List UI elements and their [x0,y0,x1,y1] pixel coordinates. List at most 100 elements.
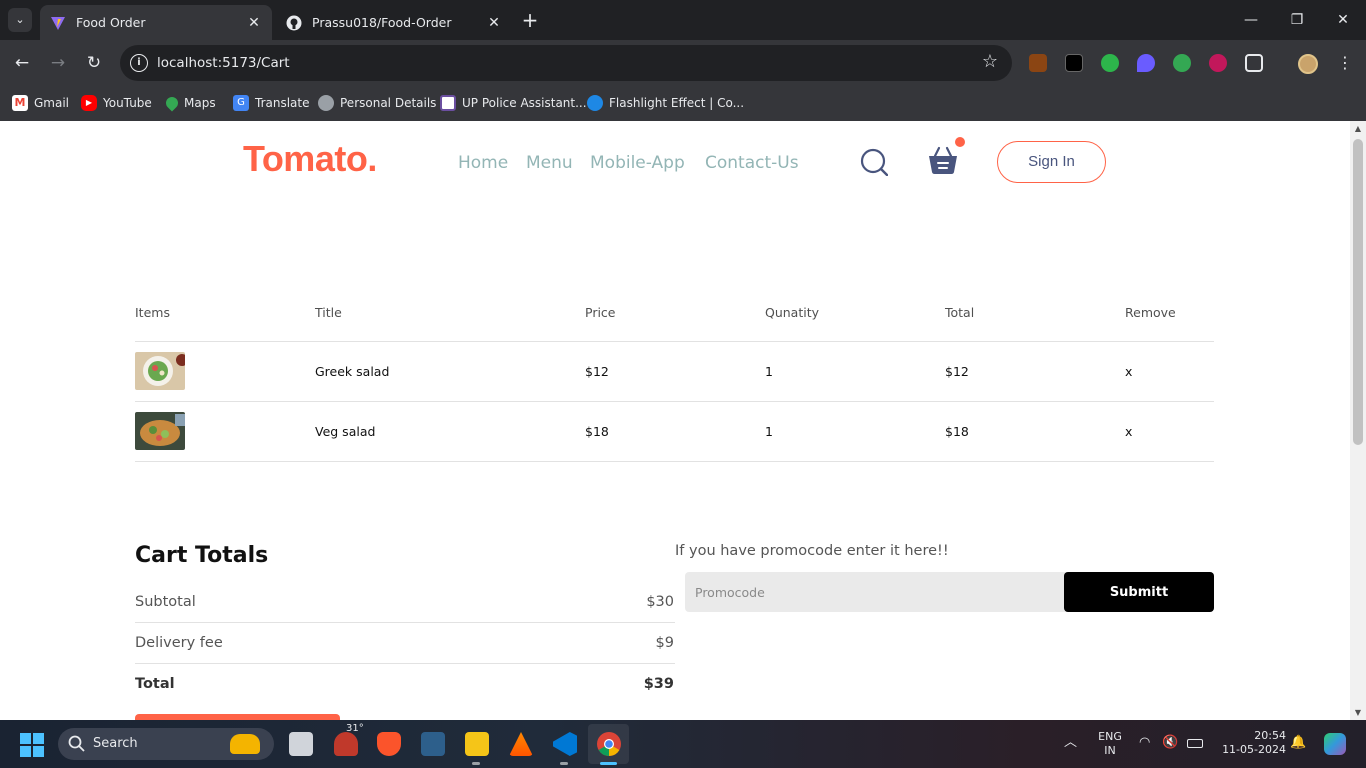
extension-paw-icon[interactable] [1029,54,1047,72]
row-quantity: 1 [765,424,773,439]
extension-flame-icon[interactable] [1137,54,1155,72]
running-indicator [560,762,568,765]
site-logo[interactable]: Tomato. [243,138,377,180]
page-scrollbar[interactable]: ▲ ▼ [1350,121,1366,720]
taskbar-search[interactable]: Search [58,728,274,760]
bookmarks-bar: M Gmail ▶ YouTube Maps G Translate Perso… [0,86,1366,121]
row-quantity: 1 [765,364,773,379]
bookmark-personal-details[interactable]: Personal Details [318,93,436,113]
tab-title: Prassu018/Food-Order [312,15,452,30]
close-tab-icon[interactable]: ✕ [246,15,262,31]
scroll-thumb[interactable] [1353,139,1363,445]
extension-plus-icon[interactable] [1173,54,1191,72]
url-text[interactable]: localhost:5173/Cart [157,55,290,71]
divider [135,622,675,623]
task-view-icon[interactable] [289,732,313,756]
bookmark-flashlight[interactable]: Flashlight Effect | Co... [587,93,744,113]
close-tab-icon[interactable]: ✕ [486,15,502,31]
brave-icon[interactable] [377,732,401,756]
bookmark-maps[interactable]: Maps [163,93,216,113]
wifi-icon[interactable]: ◠ [1139,736,1150,750]
extension-eye-icon[interactable] [1101,54,1119,72]
battery-icon[interactable] [1187,739,1203,748]
subtotal-label: Subtotal [135,594,196,610]
weather-temperature: 31° [346,723,364,734]
nav-menu[interactable]: Menu [526,153,573,173]
browser-menu-icon[interactable]: ⋮ [1337,54,1353,72]
notification-bell-icon[interactable]: 🔔 [1290,736,1306,750]
subtotal-value: $30 [646,594,674,610]
maps-icon [163,94,181,112]
nav-home[interactable]: Home [458,153,508,173]
clock[interactable]: 20:54 11-05-2024 [1218,729,1286,757]
divider [135,401,1214,402]
reload-icon[interactable]: ↻ [82,51,106,75]
tab-search-button[interactable]: ⌄ [8,8,32,32]
back-arrow-icon[interactable]: ← [10,51,34,75]
vlc-icon[interactable] [509,732,533,756]
extensions-puzzle-icon[interactable] [1245,54,1263,72]
row-total: $12 [945,364,969,379]
tab-food-order[interactable]: Food Order ✕ [40,5,272,40]
search-icon[interactable] [860,148,888,176]
row-title: Veg salad [315,424,376,439]
site-info-icon[interactable]: i [130,54,148,72]
copilot-icon[interactable] [1324,733,1346,755]
language-indicator[interactable]: ENG IN [1093,730,1127,758]
windows-start-icon[interactable] [20,733,44,757]
address-bar[interactable]: i localhost:5173/Cart ☆ [120,45,1012,81]
header-title: Title [315,305,342,320]
promo-code-input[interactable] [685,572,1064,612]
search-label: Search [93,736,138,751]
new-tab-plus-icon[interactable]: + [520,10,540,30]
running-indicator [472,762,480,765]
police-icon [440,95,456,111]
scroll-down-arrow-icon[interactable]: ▼ [1354,708,1362,717]
profile-avatar[interactable] [1298,54,1318,74]
tab-title: Food Order [76,15,146,30]
delivery-fee-label: Delivery fee [135,635,223,651]
browser-toolbar: ← → ↻ i localhost:5173/Cart ☆ [0,40,1366,86]
header-price: Price [585,305,616,320]
chrome-icon[interactable] [597,732,621,756]
bookmark-translate[interactable]: G Translate [233,93,310,113]
remove-item-button[interactable]: x [1125,364,1132,379]
github-icon [286,15,302,30]
mysql-icon[interactable] [421,732,445,756]
gmail-icon: M [12,95,28,111]
tab-strip: ⌄ Food Order ✕ Prassu018/Food-Order ✕ + … [0,0,1366,40]
promo-submit-button[interactable]: Submitt [1064,572,1214,612]
greek-salad-image [135,352,185,390]
bookmark-gmail[interactable]: M Gmail [12,93,69,113]
divider [135,663,675,664]
vscode-icon[interactable] [553,732,577,756]
forward-arrow-icon[interactable]: → [46,51,70,75]
extension-record-icon[interactable] [1209,54,1227,72]
minimize-icon[interactable]: — [1228,0,1274,40]
show-hidden-icons-chevron[interactable]: ︿ [1064,736,1077,750]
sign-in-button[interactable]: Sign In [997,141,1106,183]
row-price: $18 [585,424,609,439]
youtube-icon: ▶ [81,95,97,111]
scroll-up-arrow-icon[interactable]: ▲ [1354,124,1362,133]
restore-icon[interactable]: ❐ [1274,0,1320,40]
row-title: Greek salad [315,364,390,379]
tab-github[interactable]: Prassu018/Food-Order ✕ [276,5,512,40]
nav-contact-us[interactable]: Contact-Us [705,153,799,173]
nav-mobile-app[interactable]: Mobile-App [590,153,685,173]
close-window-icon[interactable]: ✕ [1320,0,1366,40]
volume-muted-icon[interactable]: 🔇 [1162,736,1178,750]
divider [135,461,1214,462]
file-explorer-icon[interactable] [465,732,489,756]
bookmark-star-icon[interactable]: ☆ [982,51,998,72]
extension-chatgpt-icon[interactable] [1065,54,1083,72]
header-quantity: Qunatity [765,305,820,320]
divider [135,341,1214,342]
bookmark-youtube[interactable]: ▶ YouTube [81,93,152,113]
promo-form: Submitt [685,572,1214,612]
bookmark-up-police[interactable]: UP Police Assistant... [440,93,587,113]
active-indicator [600,762,617,765]
flashlight-icon [587,95,603,111]
remove-item-button[interactable]: x [1125,424,1132,439]
basket-icon[interactable] [927,144,959,176]
